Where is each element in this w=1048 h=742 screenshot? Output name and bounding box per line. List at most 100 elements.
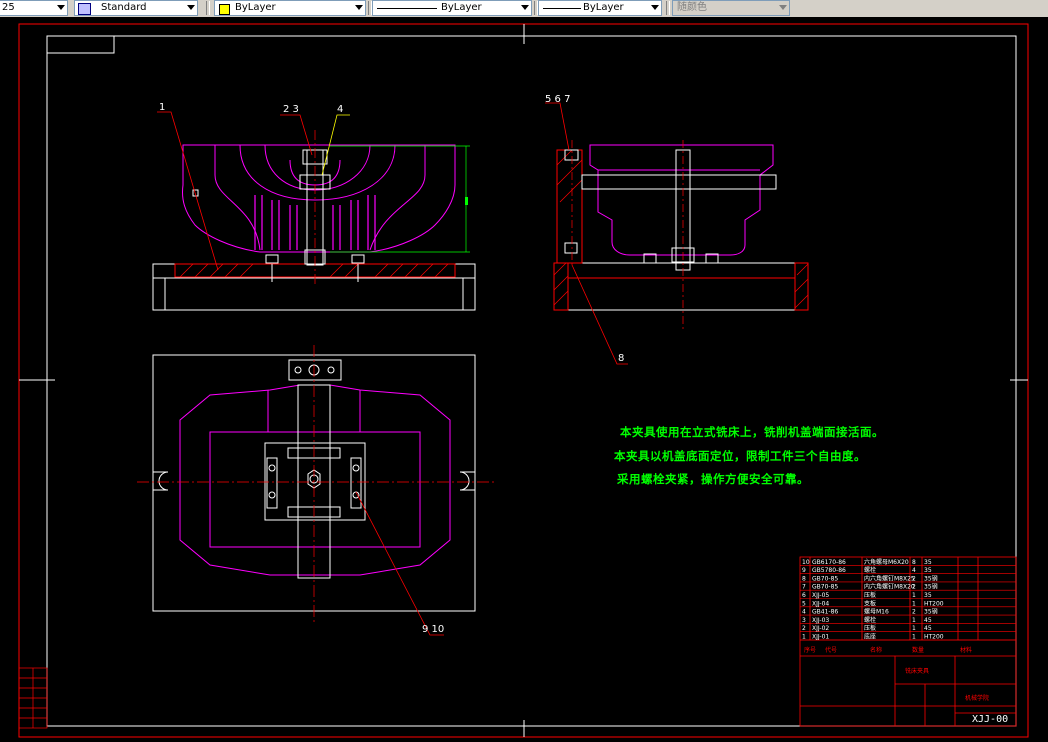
dim-style-value: 25 — [2, 2, 15, 13]
workpiece-outline — [182, 144, 456, 253]
linetype-value: ByLayer — [441, 2, 482, 13]
plot-style-value: 随颜色 — [677, 2, 707, 13]
parts-row-cell: 压板 — [864, 591, 876, 599]
parts-row-cell: 螺母M16 — [864, 608, 889, 616]
layer-color-dropdown[interactable]: ByLayer — [214, 0, 366, 16]
parts-row-cell: 8 — [802, 575, 806, 582]
side-view: 5 6 7 8 — [545, 94, 809, 365]
balloon-5-6-7: 5 6 7 — [545, 94, 570, 105]
parts-row-cell: 4 — [912, 567, 916, 574]
parts-row-cell: 35钢 — [924, 608, 938, 616]
parts-row-cell: 4 — [802, 609, 806, 616]
parts-row-cell: XJJ-02 — [812, 625, 829, 632]
parts-row-cell: 底座 — [864, 633, 876, 641]
reverse-code-box — [46, 35, 115, 54]
lineweight-dropdown[interactable]: ByLayer — [538, 0, 662, 16]
parts-row-cell: 2 — [912, 609, 916, 616]
parts-row-cell: 35 — [924, 567, 932, 574]
linetype-dropdown[interactable]: ByLayer — [372, 0, 532, 16]
tech-note-1: 本夹具使用在立式铣床上，铣削机盖端面接活面。 — [620, 425, 884, 439]
plot-style-dropdown[interactable]: 随颜色 — [672, 0, 790, 16]
toolbar-separator — [206, 1, 210, 15]
parts-row-cell: 35 — [924, 559, 932, 566]
cad-drawing[interactable]: 1 2 3 4 5 6 7 8 9 10 10 GB6170-86 六角螺母M6… — [0, 17, 1048, 738]
parts-header-material: 材料 — [960, 646, 972, 654]
parts-row-cell: 1 — [912, 625, 916, 632]
balloon-2-3: 2 3 — [283, 104, 299, 115]
parts-row-cell: 5 — [802, 600, 806, 607]
parts-row-cell: GB5780-86 — [812, 567, 846, 574]
top-view: 9 10 — [137, 345, 495, 636]
parts-row-cell: XJJ-01 — [812, 634, 829, 641]
parts-row-cell: 2 — [912, 575, 916, 582]
parts-list-rows: 10 GB6170-86 六角螺母M6X20 8 359 GB5780-86 螺栓 4 358 G… — [800, 558, 1016, 641]
side-support-plate — [556, 149, 583, 264]
parts-row-cell: 1 — [802, 634, 806, 641]
title-block-school: 机械学院 — [965, 694, 989, 702]
parts-row-cell: 8 — [912, 559, 916, 566]
drawing-number: XJJ-00 — [972, 714, 1009, 725]
parts-row-cell: 45 — [924, 625, 932, 632]
parts-row-cell: 6 — [802, 592, 806, 599]
toolbar-separator — [666, 1, 670, 15]
parts-row-cell: 1 — [912, 634, 916, 641]
balloon-9-10: 9 10 — [422, 624, 444, 635]
parts-row-cell: 45 — [924, 617, 932, 624]
balloon-4: 4 — [337, 104, 343, 115]
parts-row-cell: 1 — [912, 617, 916, 624]
parts-row-cell: 压板 — [864, 624, 876, 632]
sheet-outer-frame — [18, 23, 1029, 738]
balloon-1-leader — [157, 111, 219, 271]
parts-row-cell: XJJ-05 — [812, 592, 829, 599]
parts-row-cell: 7 — [802, 584, 806, 591]
text-style-dropdown[interactable]: Standard — [74, 0, 198, 16]
parts-row-cell: XJJ-04 — [812, 600, 829, 607]
tech-note-2: 本夹具以机盖底面定位，限制工件三个自由度。 — [614, 449, 866, 463]
parts-row-cell: 35钢 — [924, 583, 938, 591]
parts-row-cell: 六角螺母M6X20 — [864, 558, 909, 566]
drawing-canvas[interactable]: 1 2 3 4 5 6 7 8 9 10 10 GB6170-86 六角螺母M6… — [0, 17, 1048, 738]
chevron-down-icon — [187, 5, 195, 10]
parts-row-cell: 内六角螺钉M8X25 — [864, 574, 915, 582]
layer-color-value: ByLayer — [235, 2, 276, 13]
parts-row-cell: GB70-85 — [812, 584, 838, 591]
parts-row-cell: 9 — [802, 567, 806, 574]
revision-strip — [18, 667, 48, 729]
side-clamp-bar — [581, 174, 777, 190]
text-style-icon — [78, 3, 91, 15]
parts-row-cell: 1 — [912, 592, 916, 599]
parts-row-cell: GB41-86 — [812, 609, 838, 616]
side-workpiece — [589, 144, 774, 256]
chevron-down-icon — [651, 5, 659, 10]
parts-row-cell: 2 — [912, 584, 916, 591]
parts-row-cell: 螺栓 — [864, 616, 876, 624]
chevron-down-icon — [355, 5, 363, 10]
chevron-down-icon — [521, 5, 529, 10]
properties-toolbar: 25 Standard ByLayer ByLayer ByLayer 随颜色 — [0, 0, 1048, 18]
parts-row-cell: 1 — [912, 600, 916, 607]
text-style-value: Standard — [101, 2, 147, 13]
balloon-2-3-leader — [280, 114, 313, 156]
balloon-8: 8 — [618, 353, 624, 364]
parts-row-cell: HT200 — [924, 600, 944, 607]
lineweight-value: ByLayer — [583, 2, 624, 13]
parts-row-cell: 35钢 — [924, 574, 938, 582]
color-swatch-icon — [219, 4, 230, 15]
parts-row-cell: 2 — [802, 625, 806, 632]
parts-row-cell: 内六角螺钉M8X20 — [864, 583, 915, 591]
balloon-1: 1 — [159, 102, 165, 113]
dim-style-dropdown[interactable]: 25 — [0, 0, 68, 16]
tech-note-3: 采用螺栓夹紧，操作方便安全可靠。 — [617, 472, 809, 486]
parts-row-cell: HT200 — [924, 634, 944, 641]
parts-row-cell: 3 — [802, 617, 806, 624]
title-block-name: 铣床夹具 — [905, 667, 929, 675]
parts-row-cell: XJJ-03 — [812, 617, 829, 624]
parts-row-cell: 35 — [924, 592, 932, 599]
linetype-preview-icon — [377, 8, 437, 9]
parts-row-cell: 螺栓 — [864, 566, 876, 574]
front-view: 1 2 3 4 — [152, 102, 476, 311]
parts-header-name: 名称 — [870, 646, 882, 654]
parts-header-no: 序号 — [804, 646, 816, 654]
parts-header-code: 代号 — [825, 646, 837, 654]
parts-row-cell: GB6170-86 — [812, 559, 846, 566]
